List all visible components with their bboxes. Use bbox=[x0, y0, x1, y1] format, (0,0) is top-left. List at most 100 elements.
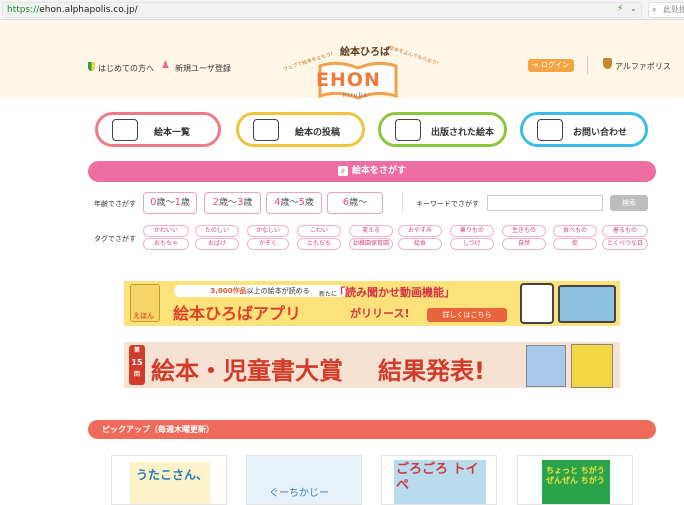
phone-mockup-image bbox=[520, 283, 554, 324]
age-sep: 歳〜 bbox=[349, 198, 368, 208]
keyword-label: キーワードでさがす bbox=[416, 200, 479, 208]
beginner-icon bbox=[88, 62, 95, 71]
tag-chip[interactable]: 街 bbox=[553, 238, 597, 250]
age-sep: 歳〜 bbox=[280, 198, 299, 208]
book-cover-title: ぐーちかじー bbox=[269, 488, 329, 499]
nav-contact[interactable]: お問い合わせ bbox=[520, 112, 648, 147]
nav-label: お問い合わせ bbox=[573, 128, 628, 138]
tag-chip[interactable]: おやすみ bbox=[398, 225, 442, 237]
user-icon: ♟ bbox=[161, 60, 170, 71]
tag-chip[interactable]: 生きもの bbox=[502, 225, 546, 237]
tag-chip[interactable]: ともだち bbox=[297, 238, 341, 250]
pickup-card-4[interactable]: ちょっと ちがう ぜんぜん ちがう bbox=[517, 455, 633, 505]
search-section-title: 絵本をさがす bbox=[351, 166, 406, 176]
alphapolis-link[interactable]: アルファポリス bbox=[615, 61, 671, 72]
tag-chip[interactable]: かなしい bbox=[247, 225, 289, 237]
pickup-card-3[interactable]: ごろごろ トイペ bbox=[381, 455, 497, 505]
book-cover-title: ごろごろ トイペ bbox=[396, 462, 479, 493]
alphapolis-logo-icon bbox=[603, 58, 612, 69]
award-result: 結果発表! bbox=[378, 357, 485, 385]
divider bbox=[587, 56, 588, 74]
award-title: 絵本・児童書大賞 bbox=[151, 357, 343, 385]
banner-more-label: 詳しくはこちら bbox=[442, 311, 492, 319]
tag-chip[interactable]: こわい bbox=[297, 225, 341, 237]
tag-chip[interactable]: おばけ bbox=[195, 238, 239, 250]
age-0-1-button[interactable]: 0歳〜1歳 bbox=[143, 192, 197, 214]
tag-chip[interactable]: 乗りもの bbox=[450, 225, 494, 237]
ehon-character-badge: えほん bbox=[130, 284, 160, 322]
tag-chip[interactable]: 着るもの bbox=[602, 225, 648, 237]
age-unit: 歳 bbox=[304, 198, 314, 208]
url-host: ehon.alphapolis.co.jp/ bbox=[39, 5, 138, 15]
book-character-icon bbox=[112, 119, 138, 141]
login-button[interactable]: ⇥ ログイン bbox=[528, 59, 574, 72]
register-link[interactable]: 新規ユーザ登録 bbox=[175, 63, 231, 74]
nav-post-ehon[interactable]: 絵本の投稿 bbox=[236, 112, 365, 147]
tag-label: タグでさがす bbox=[94, 235, 136, 243]
age-sep: 歳〜 bbox=[218, 198, 237, 208]
divider bbox=[402, 192, 403, 212]
age-unit: 歳 bbox=[180, 198, 190, 208]
nav-published-ehon[interactable]: 出版された絵本 bbox=[378, 112, 507, 147]
award-banner[interactable]: 第 15 回 絵本・児童書大賞 結果発表! bbox=[124, 342, 620, 388]
login-icon: ⇥ bbox=[532, 61, 538, 69]
award-round-badge: 第 15 回 bbox=[129, 345, 145, 385]
bolt-icon[interactable]: ⚡ bbox=[617, 4, 623, 14]
age-unit: 歳 bbox=[243, 198, 253, 208]
search-submit-button[interactable]: 検索 bbox=[610, 195, 648, 211]
browser-search-placeholder: 此处搜 bbox=[663, 5, 684, 14]
keyword-input[interactable] bbox=[487, 195, 603, 211]
age-sep: 歳〜 bbox=[156, 198, 175, 208]
pickup-card-2[interactable]: ぐーちかじー bbox=[246, 455, 362, 505]
award-round-top: 第 bbox=[133, 347, 140, 354]
tag-chip[interactable]: 食べもの bbox=[553, 225, 597, 237]
nav-label: 出版された絵本 bbox=[431, 128, 495, 138]
pickup-card-1[interactable]: うたこさん、 bbox=[111, 455, 227, 505]
address-bar[interactable]: https://ehon.alphapolis.co.jp/ bbox=[2, 2, 642, 18]
nav-label: 絵本の投稿 bbox=[295, 128, 341, 138]
banner-app-title: 絵本ひろばアプリ bbox=[173, 304, 302, 323]
banner-line1-rest: 以上の絵本が読める bbox=[246, 287, 310, 295]
banner-release: がリリース! bbox=[350, 307, 410, 320]
tag-chip[interactable]: かぞく bbox=[247, 238, 289, 250]
logo-main: EHON bbox=[316, 69, 381, 91]
books-icon bbox=[395, 119, 421, 141]
tablet-mockup-image bbox=[558, 285, 616, 323]
banner-count: 3,000作品 bbox=[210, 287, 247, 295]
age-4-5-button[interactable]: 4歳〜5歳 bbox=[266, 192, 322, 214]
age-label: 年齢でさがす bbox=[94, 200, 136, 208]
book-cover-title: ちょっと ちがう ぜんぜん ちがう bbox=[546, 466, 605, 485]
contact-book-icon bbox=[537, 119, 563, 141]
age-2-3-button[interactable]: 2歳〜3歳 bbox=[204, 192, 261, 214]
award-book-cover-2 bbox=[571, 344, 613, 388]
tag-chip[interactable]: 笑える bbox=[349, 225, 393, 237]
search-icon: ⌕ bbox=[337, 165, 348, 176]
chevron-down-icon[interactable]: ⌄ bbox=[630, 4, 637, 13]
pickup-title: ピックアップ（毎週木曜更新） bbox=[102, 425, 214, 434]
tag-chip[interactable]: 絵食 bbox=[398, 238, 442, 250]
login-label: ログイン bbox=[541, 61, 569, 69]
award-round-num: 15 bbox=[131, 358, 143, 367]
award-round-bot: 回 bbox=[133, 371, 140, 378]
url-scheme: https:// bbox=[7, 5, 40, 15]
browser-search-input[interactable]: ⌕ 此处搜 bbox=[648, 2, 684, 18]
app-banner[interactable]: えほん 3,000作品以上の絵本が読める 絵本ひろばアプリ 新たに 「読み聞かせ… bbox=[124, 281, 620, 326]
tag-chip[interactable]: たのしい bbox=[195, 225, 239, 237]
tag-chip[interactable]: 自然 bbox=[502, 238, 546, 250]
search-icon: ⌕ bbox=[652, 5, 657, 14]
tag-chip[interactable]: 幼稚園保育園 bbox=[349, 238, 393, 250]
search-section-header: ⌕ 絵本をさがす bbox=[88, 161, 656, 182]
tag-chip[interactable]: おもちゃ bbox=[143, 238, 189, 250]
tag-chip[interactable]: とくべつな日 bbox=[602, 238, 648, 250]
banner-more-button[interactable]: 詳しくはこちら bbox=[427, 308, 507, 322]
tag-chip[interactable]: しつけ bbox=[450, 238, 494, 250]
first-time-link[interactable]: はじめての方へ bbox=[98, 63, 154, 74]
age-6-button[interactable]: 6歳〜 bbox=[327, 192, 383, 214]
logo-sub: hiroba bbox=[343, 92, 368, 99]
tag-chip[interactable]: かわいい bbox=[143, 225, 189, 237]
pickup-section-header: ピックアップ（毎週木曜更新） bbox=[88, 420, 656, 439]
nav-label: 絵本一覧 bbox=[154, 128, 191, 138]
award-book-cover-1 bbox=[526, 345, 566, 387]
nav-ehon-list[interactable]: 絵本一覧 bbox=[95, 112, 221, 147]
book-writing-icon bbox=[253, 119, 279, 141]
